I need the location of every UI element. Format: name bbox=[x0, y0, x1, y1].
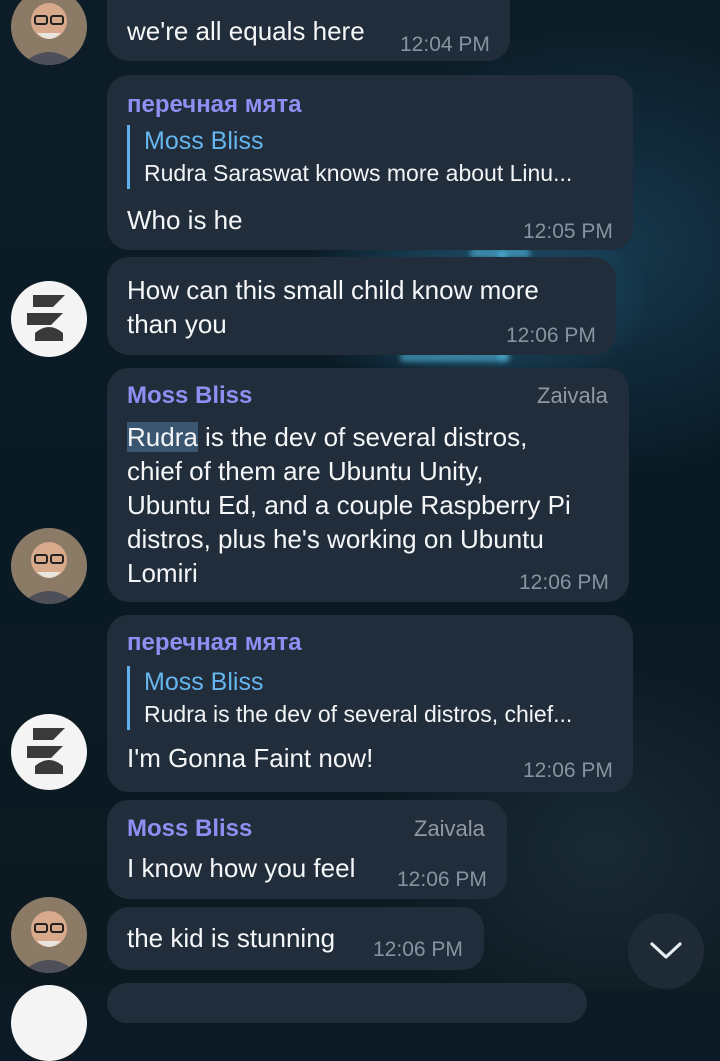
message-text: Who is he bbox=[127, 205, 243, 235]
message-bubble[interactable]: Moss Bliss Zaivala I know how you feel 1… bbox=[107, 800, 507, 899]
message-text-line: Ubuntu Ed, and a couple Raspberry Pi bbox=[127, 490, 571, 520]
message-time: 12:06 PM bbox=[519, 571, 609, 594]
reply-quote[interactable]: Moss Bliss Rudra Saraswat knows more abo… bbox=[127, 125, 572, 189]
message-sender[interactable]: Moss Bliss bbox=[127, 382, 252, 410]
message-bubble[interactable]: the kid is stunning 12:06 PM bbox=[107, 907, 484, 970]
search-highlight: Rudra bbox=[127, 422, 198, 452]
moss-bliss-avatar[interactable] bbox=[11, 897, 87, 973]
message-sender[interactable]: перечная мята bbox=[127, 91, 302, 119]
message-bubble[interactable]: Moss Bliss Zaivala Rudra is the dev of s… bbox=[107, 368, 629, 602]
message-sender[interactable]: Moss Bliss bbox=[127, 815, 252, 843]
reply-sender: Moss Bliss bbox=[144, 668, 264, 696]
message-text: I know how you feel bbox=[127, 853, 356, 883]
message-text: we're all equals here bbox=[127, 16, 365, 46]
message-time: 12:05 PM bbox=[523, 220, 613, 243]
peppermint-avatar[interactable] bbox=[11, 281, 87, 357]
scroll-to-bottom-button[interactable] bbox=[628, 913, 704, 989]
message-bubble[interactable] bbox=[107, 983, 587, 1023]
reply-quote[interactable]: Moss Bliss Rudra is the dev of several d… bbox=[127, 666, 572, 730]
member-tag: Zaivala bbox=[414, 816, 485, 841]
message-time: 12:06 PM bbox=[523, 759, 613, 782]
message-text: I'm Gonna Faint now! bbox=[127, 743, 374, 773]
message-bubble[interactable]: перечная мята Moss Bliss Rudra Saraswat … bbox=[107, 75, 633, 250]
chevron-down-icon bbox=[650, 942, 682, 959]
reply-text: Rudra Saraswat knows more about Linu... bbox=[144, 160, 573, 186]
moss-bliss-avatar[interactable] bbox=[11, 528, 87, 604]
reply-sender: Moss Bliss bbox=[144, 127, 264, 155]
message-bubble[interactable]: we're all equals here 12:04 PM bbox=[107, 0, 510, 61]
message-sender[interactable]: перечная мята bbox=[127, 629, 302, 657]
peppermint-avatar[interactable] bbox=[11, 985, 87, 1061]
peppermint-avatar[interactable] bbox=[11, 714, 87, 790]
message-bubble[interactable]: перечная мята Moss Bliss Rudra is the de… bbox=[107, 615, 633, 792]
message-time: 12:06 PM bbox=[506, 324, 596, 347]
message-text-line: Rudra is the dev of several distros, bbox=[127, 422, 528, 452]
message-time: 12:06 PM bbox=[397, 868, 487, 891]
message-time: 12:04 PM bbox=[400, 33, 490, 56]
member-tag: Zaivala bbox=[537, 383, 608, 408]
message-text-line: chief of them are Ubuntu Unity, bbox=[127, 456, 484, 486]
message-text-line: How can this small child know more bbox=[127, 275, 539, 305]
reply-text: Rudra is the dev of several distros, chi… bbox=[144, 701, 573, 727]
message-text-line: than you bbox=[127, 309, 227, 339]
message-bubble[interactable]: How can this small child know more than … bbox=[107, 257, 616, 355]
message-text-line: Lomiri bbox=[127, 558, 198, 588]
message-time: 12:06 PM bbox=[373, 938, 463, 961]
message-text: the kid is stunning bbox=[127, 923, 336, 953]
message-text-line: distros, plus he's working on Ubuntu bbox=[127, 524, 544, 554]
